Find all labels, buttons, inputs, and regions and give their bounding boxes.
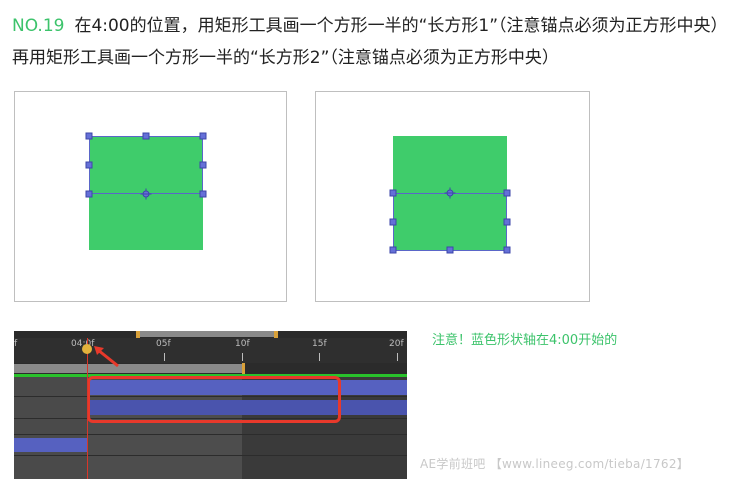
work-area-bar[interactable] xyxy=(138,331,278,337)
tick-mark xyxy=(164,353,165,361)
instruction-text: NO.19 在4:00的位置，用矩形工具画一个方形一半的“长方形1”（注意锚点必须… xyxy=(12,10,744,74)
transform-handle[interactable] xyxy=(85,190,93,198)
composition-viewer-1[interactable] xyxy=(14,91,287,302)
pre-playhead-region xyxy=(14,377,88,479)
transform-handle[interactable] xyxy=(142,132,150,140)
transform-handle[interactable] xyxy=(85,132,93,140)
watermark: AE学前班吧 【www.lineeg.com/tieba/1762】 xyxy=(420,457,690,471)
row-divider xyxy=(14,434,407,435)
transform-handle[interactable] xyxy=(503,189,511,197)
timeline-panel[interactable]: f 04:0f 05f 10f 15f 20f xyxy=(14,331,407,479)
transform-handle[interactable] xyxy=(199,161,207,169)
rectangle-2-bounding-box[interactable] xyxy=(393,193,507,251)
step-number: NO.19 xyxy=(12,16,65,36)
note-text: 注意！蓝色形状轴在4:00开始的 xyxy=(432,333,618,348)
anchor-point-icon[interactable] xyxy=(444,187,456,199)
anchor-point-icon[interactable] xyxy=(140,188,152,200)
composition-viewer-2[interactable] xyxy=(315,91,590,302)
tick-mark xyxy=(397,353,398,361)
row-divider xyxy=(14,455,407,456)
playhead-handle[interactable] xyxy=(82,344,92,354)
work-area-start-marker[interactable] xyxy=(136,331,140,338)
layer-bar-other[interactable] xyxy=(14,438,88,452)
playhead-line[interactable] xyxy=(87,338,88,479)
tick-label: 10f xyxy=(235,339,250,349)
transform-handle[interactable] xyxy=(389,218,397,226)
transform-handle[interactable] xyxy=(85,161,93,169)
tick-label: 20f xyxy=(389,339,404,349)
rectangle-1-bounding-box[interactable] xyxy=(89,136,203,194)
range-end-marker[interactable] xyxy=(242,363,245,374)
highlight-box xyxy=(87,376,341,423)
transform-handle[interactable] xyxy=(503,246,511,254)
tick-label: f xyxy=(14,339,18,349)
time-ruler[interactable]: f 04:0f 05f 10f 15f 20f xyxy=(14,338,407,363)
work-area-end-marker[interactable] xyxy=(274,331,278,338)
tick-mark xyxy=(319,353,320,361)
transform-handle[interactable] xyxy=(199,190,207,198)
transform-handle[interactable] xyxy=(389,189,397,197)
arrow-icon xyxy=(94,346,119,368)
tick-label: 15f xyxy=(312,339,327,349)
instruction-body: 在4:00的位置，用矩形工具画一个方形一半的“长方形1”（注意锚点必须为正方形中… xyxy=(12,16,728,68)
tick-mark xyxy=(242,353,243,361)
transform-handle[interactable] xyxy=(446,246,454,254)
transform-handle[interactable] xyxy=(503,218,511,226)
tick-label: 05f xyxy=(156,339,171,349)
comp-range-bar[interactable] xyxy=(14,364,244,373)
transform-handle[interactable] xyxy=(199,132,207,140)
transform-handle[interactable] xyxy=(389,246,397,254)
